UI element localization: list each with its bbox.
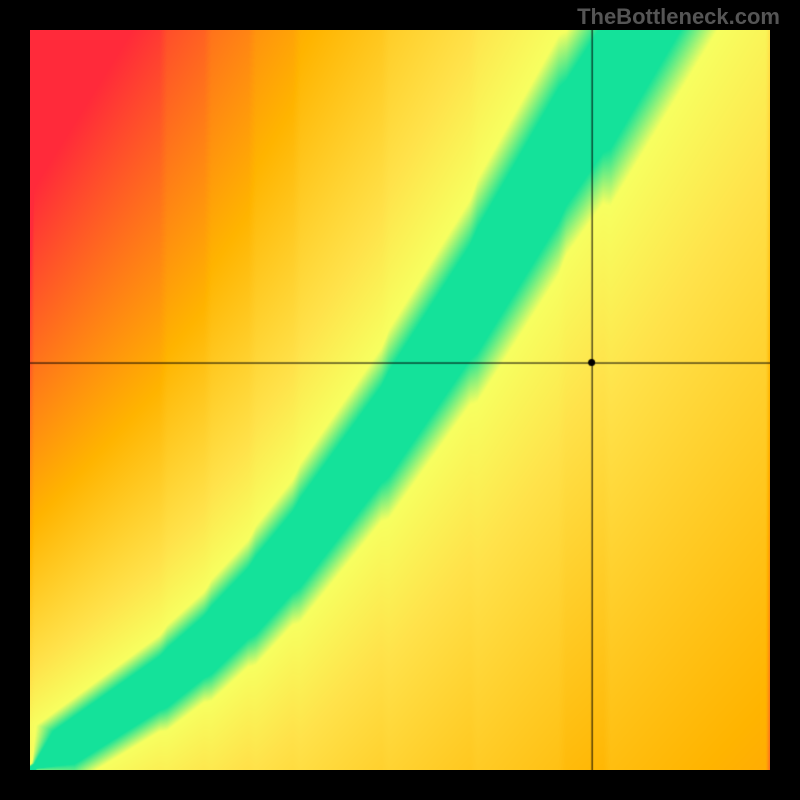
- heatmap-canvas: [30, 30, 770, 770]
- watermark-text: TheBottleneck.com: [577, 4, 780, 30]
- bottleneck-heatmap: [30, 30, 770, 770]
